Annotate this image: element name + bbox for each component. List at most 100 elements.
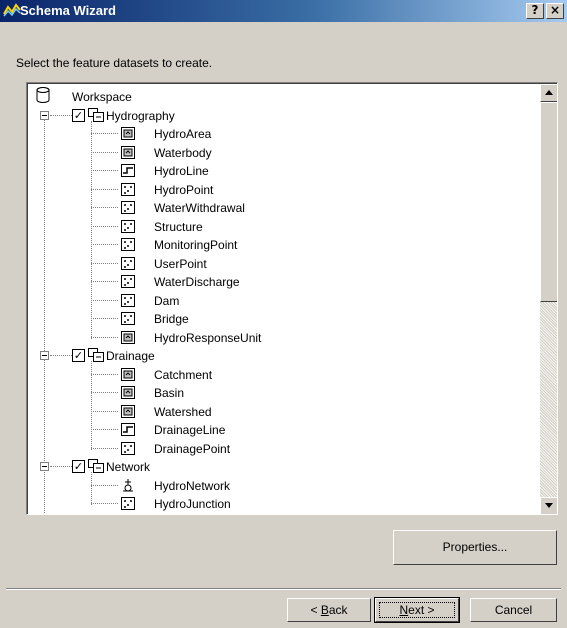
- close-button[interactable]: ×: [546, 3, 564, 19]
- instruction-text: Select the feature datasets to create.: [16, 56, 213, 70]
- tree-label: WaterWithdrawal: [154, 201, 245, 215]
- feature-dataset-tree[interactable]: Workspace ✓ Hydrography HydroArea Waterbody H…: [26, 82, 558, 515]
- title-bar[interactable]: Schema Wizard ? ×: [0, 0, 567, 22]
- scrollbar-thumb[interactable]: [540, 102, 557, 302]
- tree-connector: [91, 429, 118, 430]
- line-feature-class-icon: [121, 423, 135, 436]
- tree-connector: [91, 120, 92, 339]
- point-feature-class-icon: [121, 238, 135, 251]
- tree-connector: [91, 170, 118, 171]
- point-feature-class-icon: [121, 256, 135, 270]
- tree-label: HydroLine: [154, 164, 209, 178]
- tree-label: Bridge: [154, 312, 189, 326]
- collapse-icon[interactable]: [40, 110, 49, 120]
- tree-connector: [91, 281, 118, 282]
- group-checkbox[interactable]: ✓: [72, 108, 85, 122]
- point-feature-class-icon: [121, 497, 135, 510]
- tree-label: HydroJunction: [154, 497, 231, 511]
- back-mnemonic: B: [320, 603, 329, 617]
- tree-connector: [91, 336, 118, 338]
- tree-label: MonitoringPoint: [154, 238, 238, 252]
- tree-item[interactable]: Structure: [28, 218, 348, 236]
- database-icon: [36, 87, 50, 103]
- tree-label: HydroArea: [154, 127, 212, 141]
- tree-connector: [91, 503, 118, 504]
- back-button[interactable]: < Back: [287, 598, 371, 622]
- help-button[interactable]: ?: [526, 3, 544, 19]
- tree-item[interactable]: HydroPoint: [28, 181, 348, 199]
- tree-item[interactable]: HydroJunction: [28, 495, 348, 513]
- focus-rect: [379, 602, 455, 618]
- tree-item[interactable]: Bridge: [28, 310, 348, 328]
- tree-label: Network: [106, 460, 151, 474]
- group-checkbox[interactable]: ✓: [72, 460, 85, 473]
- feature-dataset-icon: [88, 459, 104, 473]
- collapse-icon[interactable]: [40, 351, 49, 360]
- cancel-button[interactable]: Cancel: [470, 598, 557, 622]
- tree-item[interactable]: MonitoringPoint: [28, 236, 348, 254]
- tree-connector: [91, 262, 118, 264]
- tree-item[interactable]: Waterbody: [28, 144, 348, 162]
- tree-group-drainage[interactable]: ✓ Drainage: [28, 347, 328, 365]
- network-feature-class-icon: [121, 478, 135, 492]
- tree-connector: [91, 361, 92, 450]
- tree-connector: [50, 466, 72, 467]
- tree-group-hydrography[interactable]: ✓ Hydrography: [28, 107, 328, 125]
- tree-item[interactable]: HydroLine: [28, 162, 348, 180]
- tree-label: Watershed: [154, 404, 212, 419]
- polygon-feature-class-icon: [121, 404, 135, 418]
- tree-item[interactable]: Watershed: [28, 403, 348, 421]
- tree-item[interactable]: HydroNetwork: [28, 477, 348, 495]
- polygon-feature-class-icon: [121, 127, 135, 140]
- point-feature-class-icon: [121, 219, 135, 233]
- tree-label: WaterDischarge: [154, 275, 240, 289]
- tree-label: Basin: [154, 386, 185, 400]
- properties-button[interactable]: Properties...: [393, 530, 557, 565]
- schema-wizard-dialog: Schema Wizard ? × Select the feature dat…: [0, 0, 567, 628]
- scroll-up-button[interactable]: [540, 84, 557, 102]
- tree-item[interactable]: DrainagePoint: [28, 440, 348, 458]
- tree-group-network[interactable]: ✓ Network: [28, 458, 328, 476]
- tree-connector: [91, 447, 118, 449]
- collapse-icon[interactable]: [40, 462, 49, 471]
- tree-label: Dam: [154, 293, 180, 308]
- point-feature-class-icon: [121, 441, 135, 455]
- tree-connector: [91, 373, 118, 375]
- tree-label: Waterbody: [154, 145, 212, 160]
- tree-item[interactable]: UserPoint: [28, 255, 348, 273]
- tree-label: DrainageLine: [154, 423, 226, 437]
- tree-item[interactable]: Basin: [28, 384, 348, 402]
- polygon-feature-class-icon: [121, 386, 135, 399]
- group-checkbox[interactable]: ✓: [72, 349, 85, 362]
- tree-item[interactable]: WaterDischarge: [28, 273, 348, 291]
- tree-connector: [91, 484, 118, 486]
- point-feature-class-icon: [121, 293, 135, 307]
- tree-connector: [91, 392, 118, 393]
- tree-label: HydroPoint: [154, 182, 214, 197]
- tree-label: DrainagePoint: [154, 441, 231, 456]
- tree-connector: [91, 225, 118, 227]
- polygon-feature-class-icon: [121, 367, 135, 381]
- tree-connector: [91, 244, 118, 245]
- scroll-down-button[interactable]: [540, 497, 557, 514]
- tree-label: Hydrography: [106, 108, 175, 123]
- tree-connector: [50, 355, 72, 356]
- tree-root-workspace[interactable]: Workspace: [36, 87, 236, 106]
- tree-item[interactable]: WaterWithdrawal: [28, 199, 348, 217]
- feature-dataset-icon: [88, 348, 104, 362]
- point-feature-class-icon: [121, 275, 135, 288]
- tree-item[interactable]: Catchment: [28, 366, 348, 384]
- tree-connector: [91, 151, 118, 153]
- tree-item[interactable]: Dam: [28, 292, 348, 310]
- tree-item[interactable]: DrainageLine: [28, 421, 348, 439]
- vertical-scrollbar[interactable]: [540, 84, 557, 514]
- arrow-up-icon: [545, 90, 553, 95]
- next-button[interactable]: Next >: [374, 597, 460, 623]
- feature-dataset-icon: [88, 107, 104, 122]
- tree-view[interactable]: Workspace ✓ Hydrography HydroArea Waterbody H…: [28, 84, 540, 514]
- point-feature-class-icon: [121, 182, 135, 196]
- point-feature-class-icon: [121, 312, 135, 325]
- tree-item[interactable]: HydroResponseUnit: [28, 329, 348, 347]
- tree-item[interactable]: HydroArea: [28, 125, 348, 143]
- tree-connector: [91, 472, 92, 505]
